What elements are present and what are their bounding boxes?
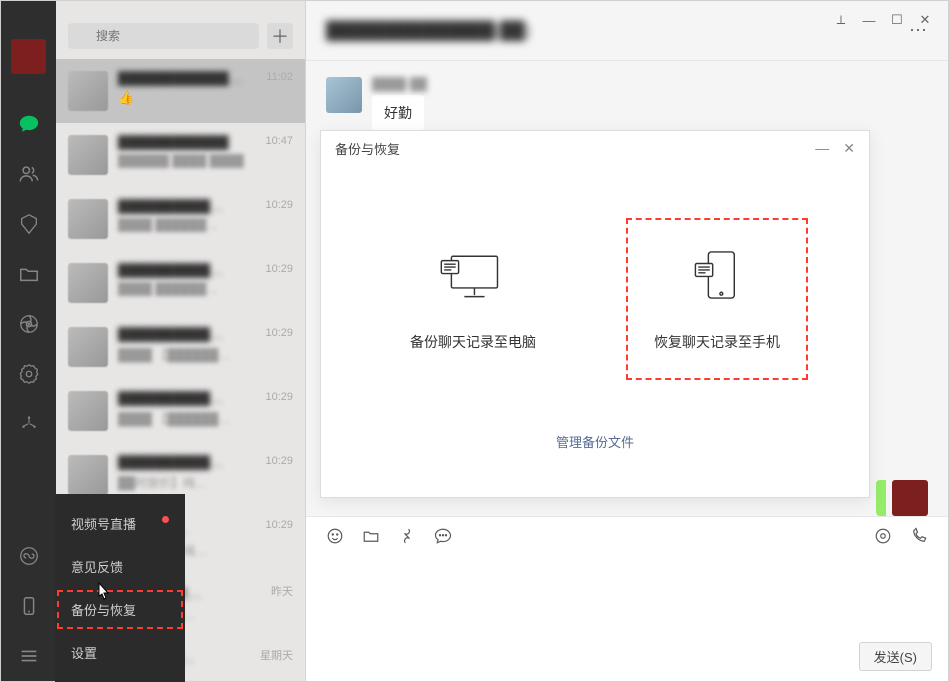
file-icon[interactable] [362,527,380,545]
backup-option-label: 备份聊天记录至电脑 [410,332,536,352]
screenshot-icon[interactable] [398,527,416,545]
chat-item-time: 11:02 [266,71,293,83]
chat-item[interactable]: ████████████… 👍 11:02 [56,59,305,123]
message-avatar[interactable] [326,77,362,113]
discover-tab-icon[interactable] [16,211,42,237]
chat-item-preview: ████ 【██████… [118,410,293,427]
chat-title: ██████████████(██) [326,21,530,41]
settings-popup-menu: 视频号直播意见反馈备份与恢复设置 [55,494,185,682]
chat-item[interactable]: ██████████… ████ 【██████… 10:29 [56,379,305,443]
popup-menu-item[interactable]: 备份与恢复 [55,588,185,631]
notification-dot [162,516,169,523]
mobile-icon[interactable] [16,593,42,619]
star-node-icon[interactable] [16,411,42,437]
chat-avatar [68,135,108,175]
chat-item-time: 昨天 [271,583,293,599]
search-input[interactable] [68,23,259,49]
chat-item-time: 星期天 [260,647,293,663]
composer: 发送(S) [306,516,948,681]
chat-item-time: 10:47 [265,135,293,147]
chat-item-preview: ████ ██████… [118,218,293,232]
restore-option-label: 恢复聊天记录至手机 [654,332,780,352]
outgoing-bubble-edge [876,480,886,516]
chat-item-preview: ██时放价】纯… [118,474,293,491]
pin-icon[interactable]: ⟂ [828,9,854,31]
chat-avatar [68,391,108,431]
chat-item-time: 10:29 [265,327,293,339]
menu-icon[interactable] [16,643,42,669]
chat-item[interactable]: ██████████… ████ ██████… 10:29 [56,251,305,315]
backup-to-pc-option[interactable]: 备份聊天记录至电脑 [390,226,556,372]
chat-avatar [68,327,108,367]
video-call-icon[interactable] [910,527,928,545]
message-bubble: 好勤 [372,95,424,131]
miniprogram-icon[interactable] [16,543,42,569]
manage-backup-link[interactable]: 管理备份文件 [556,435,634,450]
chat-avatar [68,199,108,239]
chat-item-time: 10:29 [265,519,293,531]
maximize-icon[interactable]: ☐ [884,9,910,31]
add-button[interactable]: ＋ [267,23,293,49]
cursor-pointer [94,581,112,608]
modal-minimize-icon[interactable]: — [815,140,829,157]
modal-title: 备份与恢复 [335,139,400,158]
chat-item-time: 10:29 [265,263,293,275]
chat-item-preview: 👍 [118,90,293,106]
popup-menu-item[interactable]: 视频号直播 [55,502,185,545]
user-avatar[interactable] [11,39,46,74]
chat-item-preview: ████ 【██████… [118,346,293,363]
chat-avatar [68,455,108,495]
chat-avatar [68,71,108,111]
close-icon[interactable]: ✕ [912,9,938,31]
nav-rail [1,1,56,681]
contacts-tab-icon[interactable] [16,161,42,187]
chat-item-time: 10:29 [265,455,293,467]
chat-item[interactable]: ██████████… ████ 【██████… 10:29 [56,315,305,379]
chat-avatar [68,263,108,303]
message-row: ████·██ 好勤 [326,77,928,131]
minimize-icon[interactable]: — [856,9,882,31]
backup-restore-modal: 备份与恢复 — ✕ 备份聊天记录至电脑 恢复聊天记录至手机 [320,130,870,498]
folder-tab-icon[interactable] [16,261,42,287]
self-avatar[interactable] [892,480,928,516]
history-icon[interactable] [434,527,452,545]
popup-menu-item[interactable]: 意见反馈 [55,545,185,588]
chat-item[interactable]: ████████████ ██████ ████ ████ 10:47 [56,123,305,187]
modal-close-icon[interactable]: ✕ [843,140,855,157]
chat-item-preview: ██████ ████ ████ [118,154,293,168]
chat-item-time: 10:29 [265,391,293,403]
restore-to-phone-option[interactable]: 恢复聊天记录至手机 [634,226,800,372]
chat-item-preview: ████ ██████… [118,282,293,296]
popup-menu-item[interactable]: 设置 [55,631,185,674]
chat-item-time: 10:29 [265,199,293,211]
emoji-icon[interactable] [326,527,344,545]
moments-tab-icon[interactable] [16,311,42,337]
chat-tab-icon[interactable] [16,111,42,137]
message-sender: ████·██ [372,77,427,91]
settings-gear-icon[interactable] [16,361,42,387]
chat-item[interactable]: ██████████… ████ ██████… 10:29 [56,187,305,251]
voice-call-icon[interactable] [874,527,892,545]
send-button[interactable]: 发送(S) [859,642,932,671]
